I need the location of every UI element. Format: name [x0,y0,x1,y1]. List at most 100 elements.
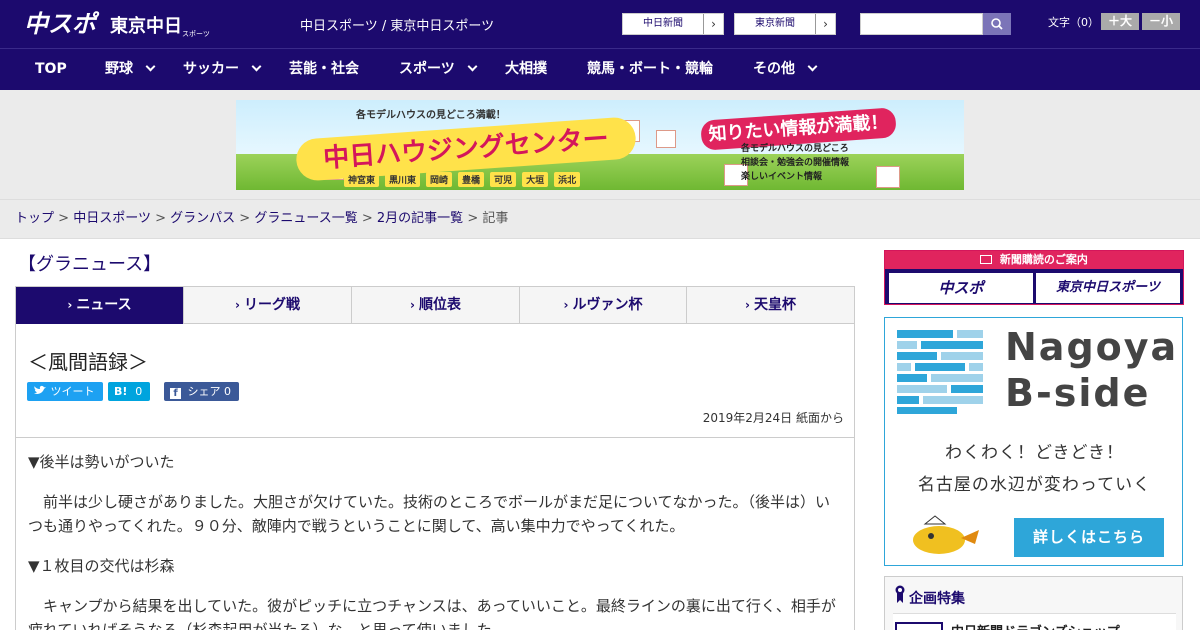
nav-item-sports[interactable]: スポーツ [399,49,478,90]
nav-item-sumo[interactable]: 大相撲 [505,49,547,90]
banner-list-item: 相談会・勉強会の開催情報 [741,158,850,168]
bside-title: Nagoya B-side [1005,324,1178,416]
breadcrumb-sep: > [155,211,166,226]
bside-message: 名古屋の水辺が変わっていく [917,475,1152,495]
main-nav: TOP 野球 サッカー 芸能・社会 スポーツ 大相撲 競馬・ボート・競輪 その他 [0,48,1200,90]
tokyo-shimbun-button[interactable]: 東京新聞 › [734,13,836,35]
ad-area: 各モデルハウスの見どころ満載！ 中日ハウジングセンター 知りたい情報が満載！ 各… [0,90,1200,200]
breadcrumb-link-grampus[interactable]: グランパス [170,211,235,226]
nav-item-baseball[interactable]: 野球 [105,49,156,90]
banner-tag: 大垣 [522,172,549,187]
subscribe-tokyo-chunichi-button[interactable]: 東京中日スポーツ [1036,273,1180,303]
subscription-box: 新聞購読のご案内 中スポ 東京中日スポーツ [884,250,1184,305]
feature-item-text: 中日新聞ドラゴンズショップ [951,621,1120,630]
chuspo-logo[interactable]: 中スポ 東京中日 スポーツ [22,6,212,42]
article-header: ＜風間語録＞ ツイート B! 0 f シェア 0 2019年2月24日 紙面から [15,324,855,438]
subscription-title-text: 新聞購読のご案内 [999,253,1088,266]
nav-item-entertainment[interactable]: 芸能・社会 [289,49,359,90]
font-larger-button[interactable]: ＋大 [1101,13,1139,30]
facebook-share-label: シェア 0 [187,385,232,398]
banner-list-item: 楽しいイベント情報 [741,172,823,182]
nav-item-label: サッカー [183,61,239,77]
banner-list-item: 各モデルハウスの見どころ [741,144,849,154]
shrimp-mascot-icon [913,515,979,554]
tab-label: ルヴァン杯 [572,297,643,313]
search-icon [991,18,1003,30]
article-paragraph: 前半は少し硬さがありました。大胆さが欠けていた。技術のところでボールがまだ足につ… [28,493,831,535]
chevron-right-icon: › [67,298,73,312]
chevron-right-icon: › [745,298,750,312]
nav-item-other[interactable]: その他 [753,49,818,90]
nav-item-top[interactable]: TOP [35,49,67,90]
nav-item-label: 大相撲 [505,61,547,77]
housing-center-banner[interactable]: 各モデルハウスの見どころ満載！ 中日ハウジングセンター 知りたい情報が満載！ 各… [236,100,964,190]
bside-title-line: B-side [1005,371,1151,415]
chevron-down-icon [251,61,262,72]
nav-item-label: TOP [35,61,67,77]
chevron-right-icon: › [703,14,723,34]
breadcrumb-link-chuspo[interactable]: 中日スポーツ [73,211,151,226]
subscribe-chuspo-button[interactable]: 中スポ [889,273,1033,303]
breadcrumb-sep: > [467,211,479,226]
facebook-share-button[interactable]: f シェア 0 [164,382,239,401]
tab-standings[interactable]: › 順位表 [352,287,520,324]
nav-item-label: その他 [753,61,795,77]
feature-item-thumb [895,622,943,630]
tab-levain-cup[interactable]: › ルヴァン杯 [520,287,687,324]
breadcrumb-link-feb[interactable]: 2月の記事一覧 [377,211,463,226]
banner-top-text: 各モデルハウスの見どころ満載！ [356,110,506,121]
article-body: ▼後半は勢いがついた 前半は少し硬さがありました。大胆さが欠けていた。技術のとこ… [15,438,855,630]
article-date: 2019年2月24日 紙面から [702,411,844,425]
breadcrumb-link-gra-news[interactable]: グラニュース一覧 [254,211,357,226]
banner-tag: 神宮東 [344,172,380,187]
bside-details-button[interactable]: 詳しくはこちら [1014,518,1164,557]
nav-item-soccer[interactable]: サッカー [183,49,262,90]
tab-news[interactable]: › ニュース [16,287,184,330]
feature-box: 企画特集 中日新聞ドラゴンズショップ [884,576,1183,630]
search-input[interactable] [860,13,983,35]
article-question: ▼後半は勢いがついた [28,453,175,471]
svg-text:東京中日: 東京中日 [110,15,182,37]
banner-tags: 神宮東 黒川東 岡崎 豊橋 可児 大垣 浜北 [344,168,586,187]
tab-emperors-cup[interactable]: › 天皇杯 [687,287,854,324]
breadcrumb-sep: > [58,211,70,226]
banner-tag: 黒川東 [385,172,421,187]
breadcrumb-sep: > [361,211,373,226]
hatena-icon: B! [114,385,128,398]
chevron-right-icon: › [563,298,569,312]
breadcrumb-current: 記事 [482,211,509,226]
svg-text:スポーツ: スポーツ [182,30,210,38]
banner-list: 各モデルハウスの見どころ 相談会・勉強会の開催情報 楽しいイベント情報 [741,142,849,184]
hatena-bookmark-button[interactable]: B! 0 [108,382,151,401]
banner-tag: 岡崎 [426,172,453,187]
tweet-label: ツイート [50,385,95,398]
nav-item-label: 野球 [105,61,133,77]
nav-item-racing[interactable]: 競馬・ボート・競輪 [587,49,713,90]
banner-tag: 浜北 [554,172,581,187]
tab-league[interactable]: › リーグ戦 [184,287,352,324]
svg-text:中スポ: 中スポ [24,10,100,38]
chevron-right-icon: › [235,298,240,312]
font-size-label: 文字（0） [1048,16,1099,29]
twitter-icon [34,385,46,394]
feature-item[interactable]: 中日新聞ドラゴンズショップ [893,613,1176,630]
chevron-right-icon: › [815,14,835,34]
search-button[interactable] [983,13,1011,35]
tokyo-shimbun-label: 東京新聞 [755,18,795,29]
chevron-right-icon: › [410,298,415,312]
nagoya-bside-ad[interactable]: Nagoya B-side わくわく！どきどき！ 名古屋の水辺が変わっていく 詳… [884,317,1183,566]
bside-title-line: Nagoya [1005,325,1179,369]
site-header: 中スポ 東京中日 スポーツ 中日スポーツ / 東京中日スポーツ 中日新聞 › 東… [0,0,1200,48]
breadcrumb-sep: > [239,211,251,226]
facebook-icon: f [170,388,181,399]
chunichi-shimbun-button[interactable]: 中日新聞 › [622,13,724,35]
feature-title: 企画特集 [909,591,965,607]
nav-item-label: 競馬・ボート・競輪 [587,61,713,77]
font-smaller-button[interactable]: －小 [1142,13,1180,30]
house-illustration [656,130,676,148]
breadcrumb-link-top[interactable]: トップ [15,211,54,226]
hatena-count: 0 [135,385,143,398]
tab-label: リーグ戦 [243,297,300,313]
chunichi-shimbun-label: 中日新聞 [643,18,683,29]
tweet-button[interactable]: ツイート [27,382,103,401]
